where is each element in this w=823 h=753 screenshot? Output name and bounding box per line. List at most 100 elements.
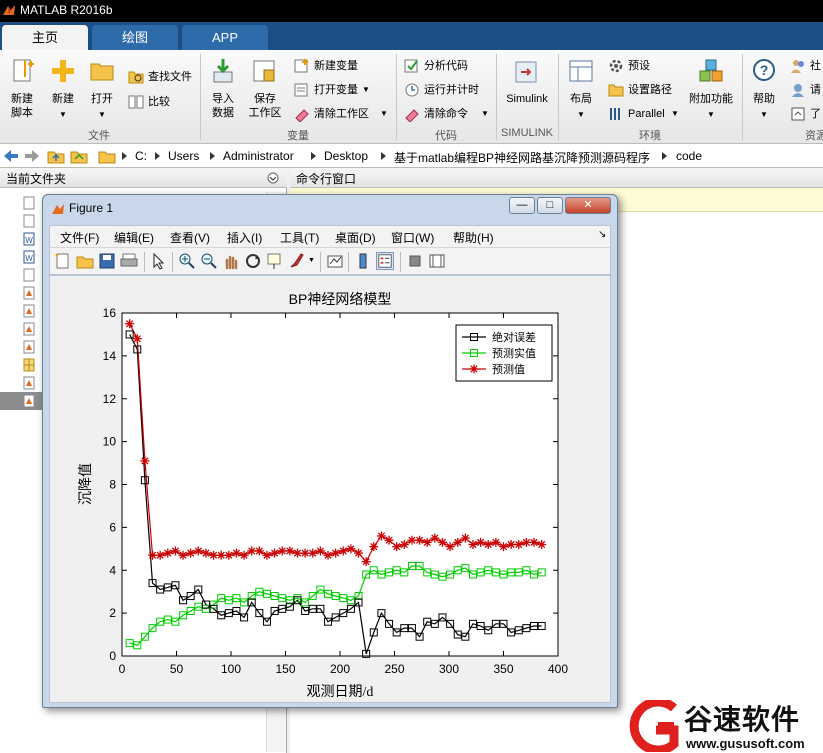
clear-workspace-button[interactable]: 清除工作区 <box>314 103 369 125</box>
menu-help[interactable]: 帮助(H) <box>453 229 494 246</box>
mat-file-icon[interactable] <box>23 304 35 318</box>
new-button[interactable]: 新建 <box>44 92 82 106</box>
menu-file[interactable]: 文件(F) <box>60 229 99 246</box>
print-figure-icon[interactable] <box>120 252 138 270</box>
breadcrumb-desktop[interactable]: Desktop <box>324 149 368 163</box>
breadcrumb-administrator[interactable]: Administrator <box>223 149 294 163</box>
forward-arrow-icon[interactable] <box>24 149 40 163</box>
show-plot-tools-icon[interactable] <box>428 252 446 270</box>
learn-matlab-icon <box>791 107 805 121</box>
browse-folder-icon[interactable] <box>70 148 88 164</box>
layout-button[interactable]: 布局 <box>564 92 598 106</box>
open-file-icon[interactable] <box>76 252 94 270</box>
data-file-icon[interactable] <box>23 358 35 372</box>
new-dropdown-icon[interactable]: ▼ <box>56 108 70 122</box>
data-cursor-icon[interactable] <box>266 252 284 270</box>
rotate-3d-icon[interactable] <box>244 252 262 270</box>
open-dropdown-icon[interactable]: ▼ <box>95 108 109 122</box>
analyze-code-button[interactable]: 分析代码 <box>424 55 468 77</box>
learn-matlab-button[interactable]: 了 <box>810 103 821 125</box>
selected-file-row[interactable] <box>0 392 42 410</box>
legend-icon[interactable] <box>376 252 394 270</box>
pan-hand-icon[interactable] <box>222 252 240 270</box>
pointer-arrow-icon[interactable] <box>150 252 168 270</box>
menu-insert[interactable]: 插入(I) <box>227 229 262 246</box>
help-dropdown-icon[interactable]: ▼ <box>757 108 771 122</box>
import-data-button[interactable]: 导入 数据 <box>204 92 242 120</box>
preferences-button[interactable]: 预设 <box>628 55 650 77</box>
menu-window[interactable]: 窗口(W) <box>391 229 434 246</box>
menu-edit[interactable]: 编辑(E) <box>114 229 154 246</box>
x-tick-label: 50 <box>170 662 184 676</box>
tab-plots[interactable]: 绘图 <box>92 25 178 50</box>
new-script-button[interactable]: 新建 脚本 <box>2 92 42 120</box>
gususoft-logo-icon <box>629 700 679 752</box>
zoom-in-icon[interactable] <box>178 252 196 270</box>
open-variable-button[interactable]: 打开变量 <box>314 79 358 101</box>
new-figure-icon[interactable] <box>54 252 72 270</box>
clear-commands-dropdown-icon[interactable]: ▼ <box>481 103 489 125</box>
watermark-brand: 谷速软件 <box>684 703 801 736</box>
tab-home[interactable]: 主页 <box>2 25 88 50</box>
file-icon[interactable] <box>23 268 35 282</box>
breadcrumb-separator-icon <box>122 152 127 160</box>
run-and-time-button[interactable]: 运行并计时 <box>424 79 479 101</box>
colorbar-icon[interactable] <box>354 252 372 270</box>
new-variable-button[interactable]: 新建变量 <box>314 55 358 77</box>
tab-apps[interactable]: APP <box>182 25 268 50</box>
breadcrumb-project-folder[interactable]: 基于matlab编程BP神经网路基沉降预测源码程序 <box>394 149 650 166</box>
clear-commands-icon <box>405 109 419 122</box>
mat-file-icon[interactable] <box>23 286 35 300</box>
request-support-button[interactable]: 请 <box>810 79 821 101</box>
set-path-button[interactable]: 设置路径 <box>628 79 672 101</box>
figure-maximize-button[interactable]: □ <box>537 197 563 214</box>
up-folder-icon[interactable] <box>47 148 65 164</box>
ribbon-divider <box>496 54 497 140</box>
menu-tools[interactable]: 工具(T) <box>280 229 319 246</box>
hide-plot-tools-icon[interactable] <box>406 252 424 270</box>
menu-desktop[interactable]: 桌面(D) <box>335 229 376 246</box>
parallel-button[interactable]: Parallel <box>628 103 665 125</box>
simulink-button[interactable]: Simulink <box>500 92 554 106</box>
parallel-dropdown-icon[interactable]: ▼ <box>671 103 679 125</box>
help-button[interactable]: 帮助 <box>746 92 782 106</box>
group-file-label: 文件 <box>88 130 110 142</box>
find-files-icon <box>128 71 144 84</box>
community-button[interactable]: 社 <box>810 55 821 77</box>
app-title-bar: MATLAB R2016b <box>0 0 823 22</box>
word-document-icon[interactable]: W <box>23 250 35 264</box>
zoom-out-icon[interactable] <box>200 252 218 270</box>
back-arrow-icon[interactable] <box>3 149 19 163</box>
menu-view[interactable]: 查看(V) <box>170 229 210 246</box>
watermark: 谷速软件 www.gususoft.com <box>628 698 823 753</box>
file-icon[interactable] <box>23 196 35 210</box>
save-workspace-button[interactable]: 保存 工作区 <box>244 92 286 120</box>
add-ons-dropdown-icon[interactable]: ▼ <box>704 108 718 122</box>
save-figure-icon[interactable] <box>98 252 116 270</box>
open-button[interactable]: 打开 <box>84 92 120 106</box>
brush-icon[interactable] <box>288 252 306 270</box>
open-variable-dropdown-icon[interactable]: ▼ <box>362 79 370 101</box>
compare-button[interactable]: 比较 <box>148 91 170 113</box>
figure-minimize-button[interactable]: — <box>509 197 535 214</box>
brush-dropdown-icon[interactable]: ▼ <box>308 257 315 264</box>
figure-close-button[interactable]: ✕ <box>565 197 611 214</box>
legend-entry: 预测值 <box>492 363 525 376</box>
mat-file-icon[interactable] <box>23 376 35 390</box>
link-plot-icon[interactable] <box>326 252 344 270</box>
mat-file-icon[interactable] <box>23 322 35 336</box>
clear-workspace-dropdown-icon[interactable]: ▼ <box>380 103 388 125</box>
mat-file-icon[interactable] <box>23 394 35 408</box>
add-ons-button[interactable]: 附加功能 <box>686 92 736 106</box>
breadcrumb-code[interactable]: code <box>676 149 702 163</box>
mat-file-icon[interactable] <box>23 340 35 354</box>
layout-dropdown-icon[interactable]: ▼ <box>574 108 588 122</box>
breadcrumb-drive[interactable]: C: <box>135 149 147 163</box>
find-files-button[interactable]: 查找文件 <box>148 66 192 88</box>
word-document-icon[interactable]: W <box>23 232 35 246</box>
clear-commands-button[interactable]: 清除命令 <box>424 103 468 125</box>
file-icon[interactable] <box>23 214 35 228</box>
panel-actions-icon[interactable] <box>267 172 279 184</box>
menu-dock-arrow-icon[interactable]: ↘ <box>598 229 606 240</box>
breadcrumb-users[interactable]: Users <box>168 149 199 163</box>
